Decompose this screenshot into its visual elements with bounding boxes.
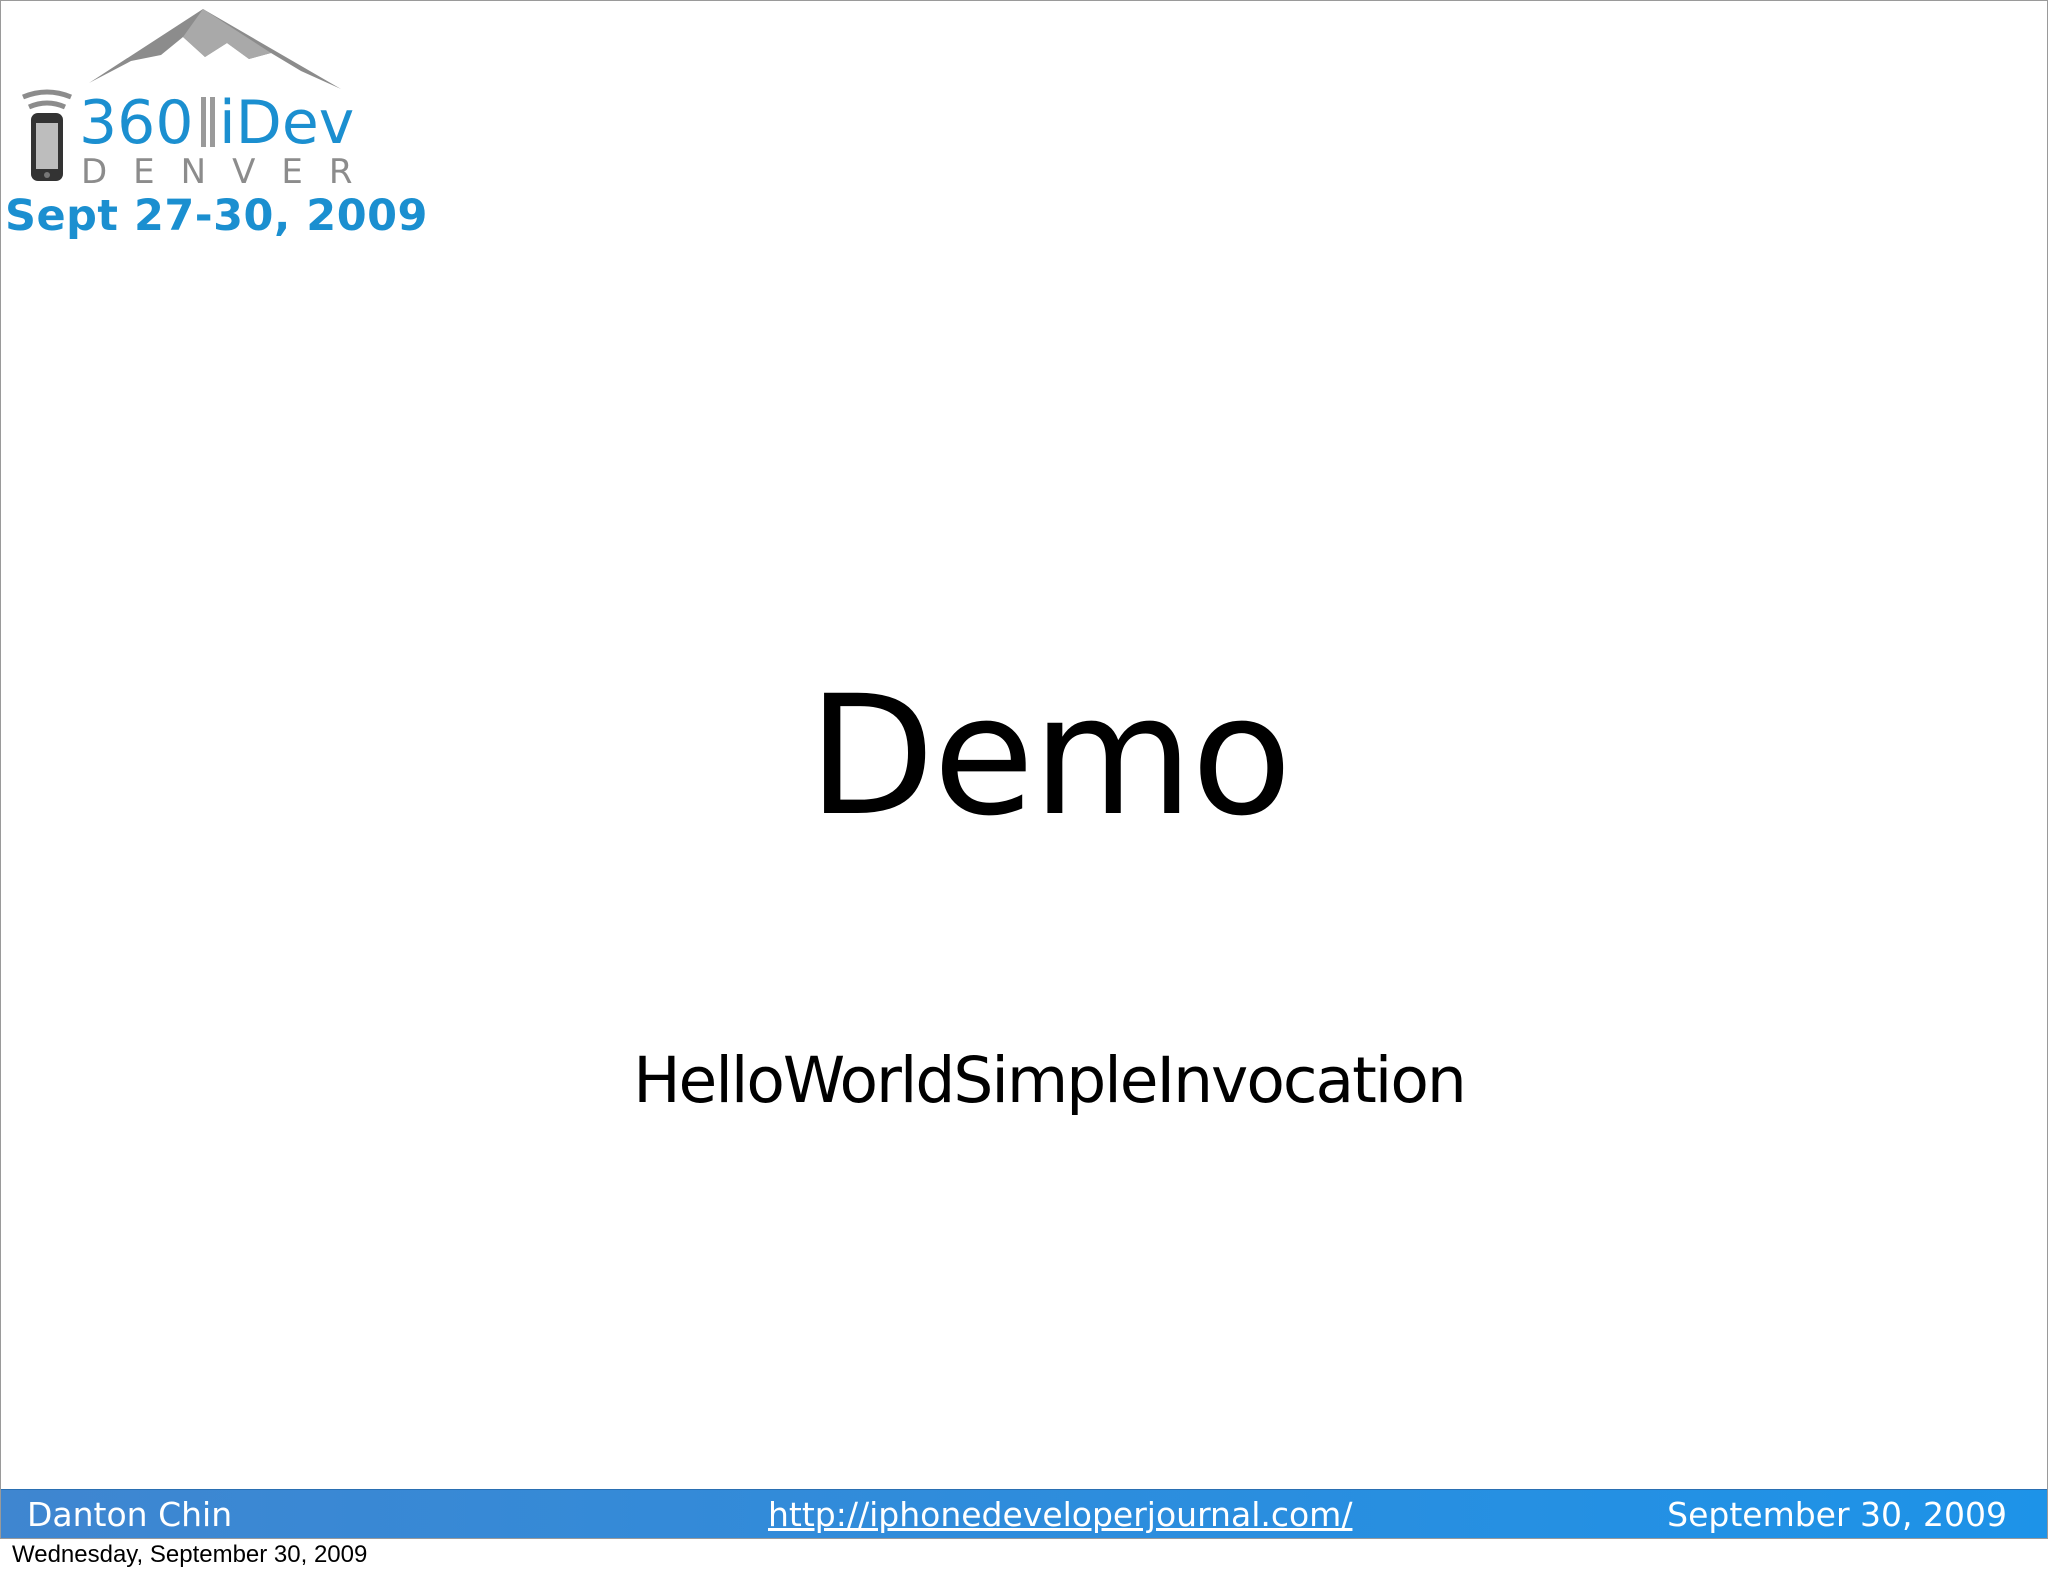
logo-graphic: 360 iDev DENVER [22,9,378,191]
mountain-icon [89,9,341,89]
footer-date: September 30, 2009 [1667,1495,2007,1534]
footer-bar: Danton Chin http://iphonedeveloperjourna… [1,1489,2047,1538]
logo-city: DENVER [81,152,378,191]
logo-divider [201,97,206,147]
slide: 360 iDev DENVER Sept 27-30, 2009 Demo He… [0,0,2048,1539]
phone-icon [31,113,63,181]
conference-logo: 360 iDev DENVER Sept 27-30, 2009 [1,1,427,261]
signal-icon [22,89,72,110]
slide-subtitle: HelloWorldSimpleInvocation [633,1044,1467,1117]
logo-divider [210,97,215,147]
logo-dates: Sept 27-30, 2009 [5,191,428,241]
footer-url-link[interactable]: http://iphonedeveloperjournal.com/ [768,1490,1352,1538]
logo-brand: iDev [219,88,354,158]
footer-author: Danton Chin [27,1495,233,1534]
page-caption: Wednesday, September 30, 2009 [12,1541,368,1568]
slide-title: Demo [807,660,1292,852]
logo-number: 360 [79,88,194,158]
page: 360 iDev DENVER Sept 27-30, 2009 Demo He… [0,0,2048,1576]
